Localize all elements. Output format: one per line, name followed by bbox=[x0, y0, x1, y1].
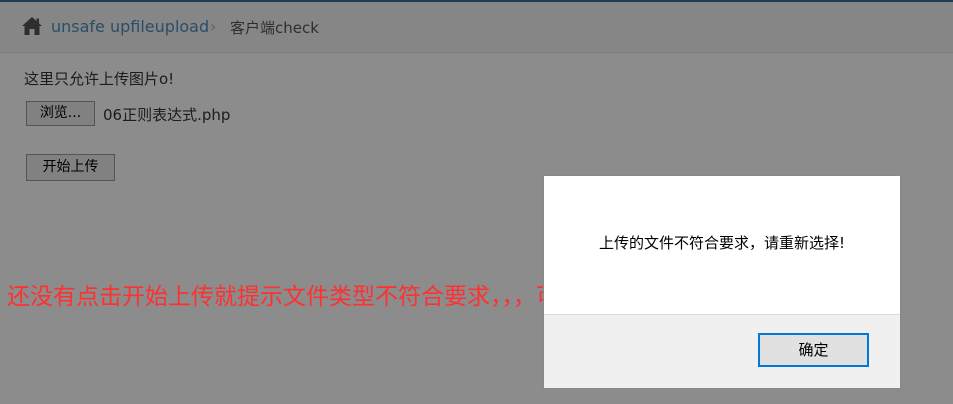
dialog-footer: 确定 bbox=[544, 314, 900, 388]
alert-dialog: 上传的文件不符合要求，请重新选择! 确定 bbox=[543, 175, 901, 389]
ok-button[interactable]: 确定 bbox=[758, 333, 869, 367]
dialog-message: 上传的文件不符合要求，请重新选择! bbox=[598, 234, 845, 252]
